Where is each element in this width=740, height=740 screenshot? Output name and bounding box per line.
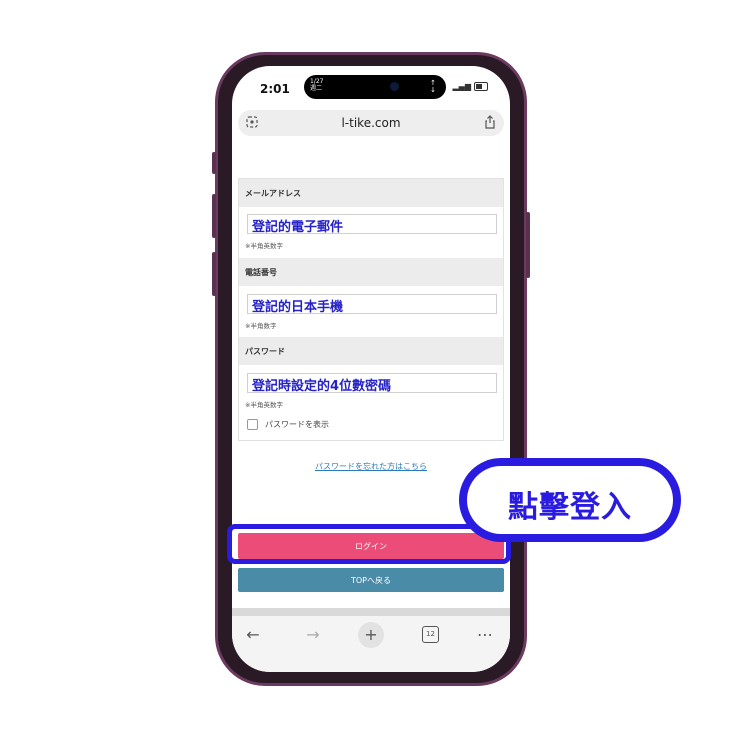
email-field-value: 登記的電子郵件	[252, 220, 344, 235]
password-section-header: パスワード	[239, 337, 503, 365]
new-tab-plus-icon[interactable]: +	[358, 622, 384, 648]
password-label: パスワード	[245, 347, 285, 356]
tap-login-callout: 點擊登入	[459, 458, 681, 542]
password-field-value: 登記時設定的4位數密碼	[252, 379, 392, 394]
page-footer-divider	[232, 608, 510, 616]
email-section-header: メールアドレス	[239, 179, 503, 207]
status-time: 2:01	[260, 82, 290, 96]
url-bar[interactable]: l-tike.com	[238, 110, 504, 136]
phone-field[interactable]: 登記的日本手機	[247, 294, 497, 315]
dynamic-island: 1/27 週二 ↑ ↓	[304, 75, 446, 99]
phone-screen: 2:01 1/27 週二 ↑↓ ▂▄▆ l-tike.com メールアドレス	[232, 66, 510, 672]
show-password-label: パスワードを表示	[265, 420, 329, 429]
back-to-top-label: TOPへ戻る	[350, 576, 391, 585]
password-note: ※半角英数字	[245, 401, 283, 409]
signal-icon: ▂▄▆	[452, 82, 471, 91]
phone-field-value: 登記的日本手機	[252, 300, 344, 315]
browser-toolbar: ← → + 12 ⋯	[232, 616, 510, 672]
login-form: メールアドレス 登記的電子郵件 ※半角英数字 電話番号 登記的日本手機 ※半角数…	[238, 178, 504, 441]
status-bar: 2:01 1/27 週二 ↑ ↓ ▂▄▆	[232, 66, 510, 108]
email-field[interactable]: 登記的電子郵件	[247, 214, 497, 235]
phone-volume-up-button	[212, 194, 216, 238]
phone-section-header: 電話番号	[239, 258, 503, 286]
phone-note: ※半角数字	[245, 322, 277, 330]
callout-inner: 點擊登入	[467, 466, 673, 534]
back-to-top-button[interactable]: TOPへ戻る	[238, 568, 504, 592]
phone-action-button	[212, 152, 216, 174]
island-date-weekday: 週二	[310, 85, 323, 92]
email-label: メールアドレス	[245, 189, 301, 198]
forward-arrow-icon[interactable]: →	[300, 622, 326, 648]
phone-label: 電話番号	[245, 268, 277, 277]
camera-icon	[390, 82, 399, 91]
island-date-day: 1/27	[310, 78, 324, 85]
battery-icon	[474, 82, 488, 91]
system-icons: ▂▄▆	[453, 82, 488, 91]
password-field[interactable]: 登記時設定的4位數密碼	[247, 373, 497, 394]
back-arrow-icon[interactable]: ←	[240, 622, 266, 648]
phone-power-button	[526, 212, 530, 278]
island-date: 1/27 週二	[310, 78, 323, 92]
phone-volume-down-button	[212, 252, 216, 296]
tabs-count-icon[interactable]: 12	[422, 626, 439, 643]
email-note: ※半角英数字	[245, 242, 283, 250]
url-text: l-tike.com	[341, 116, 401, 130]
forgot-password-link[interactable]: パスワードを忘れた方はこちら	[232, 461, 510, 472]
more-options-icon[interactable]: ⋯	[472, 622, 498, 648]
callout-text: 點擊登入	[508, 490, 632, 525]
share-icon[interactable]	[484, 115, 496, 129]
data-transfer-icon: ↑ ↓	[430, 79, 436, 94]
show-password-checkbox[interactable]	[247, 419, 258, 430]
login-button-highlight	[227, 524, 511, 564]
